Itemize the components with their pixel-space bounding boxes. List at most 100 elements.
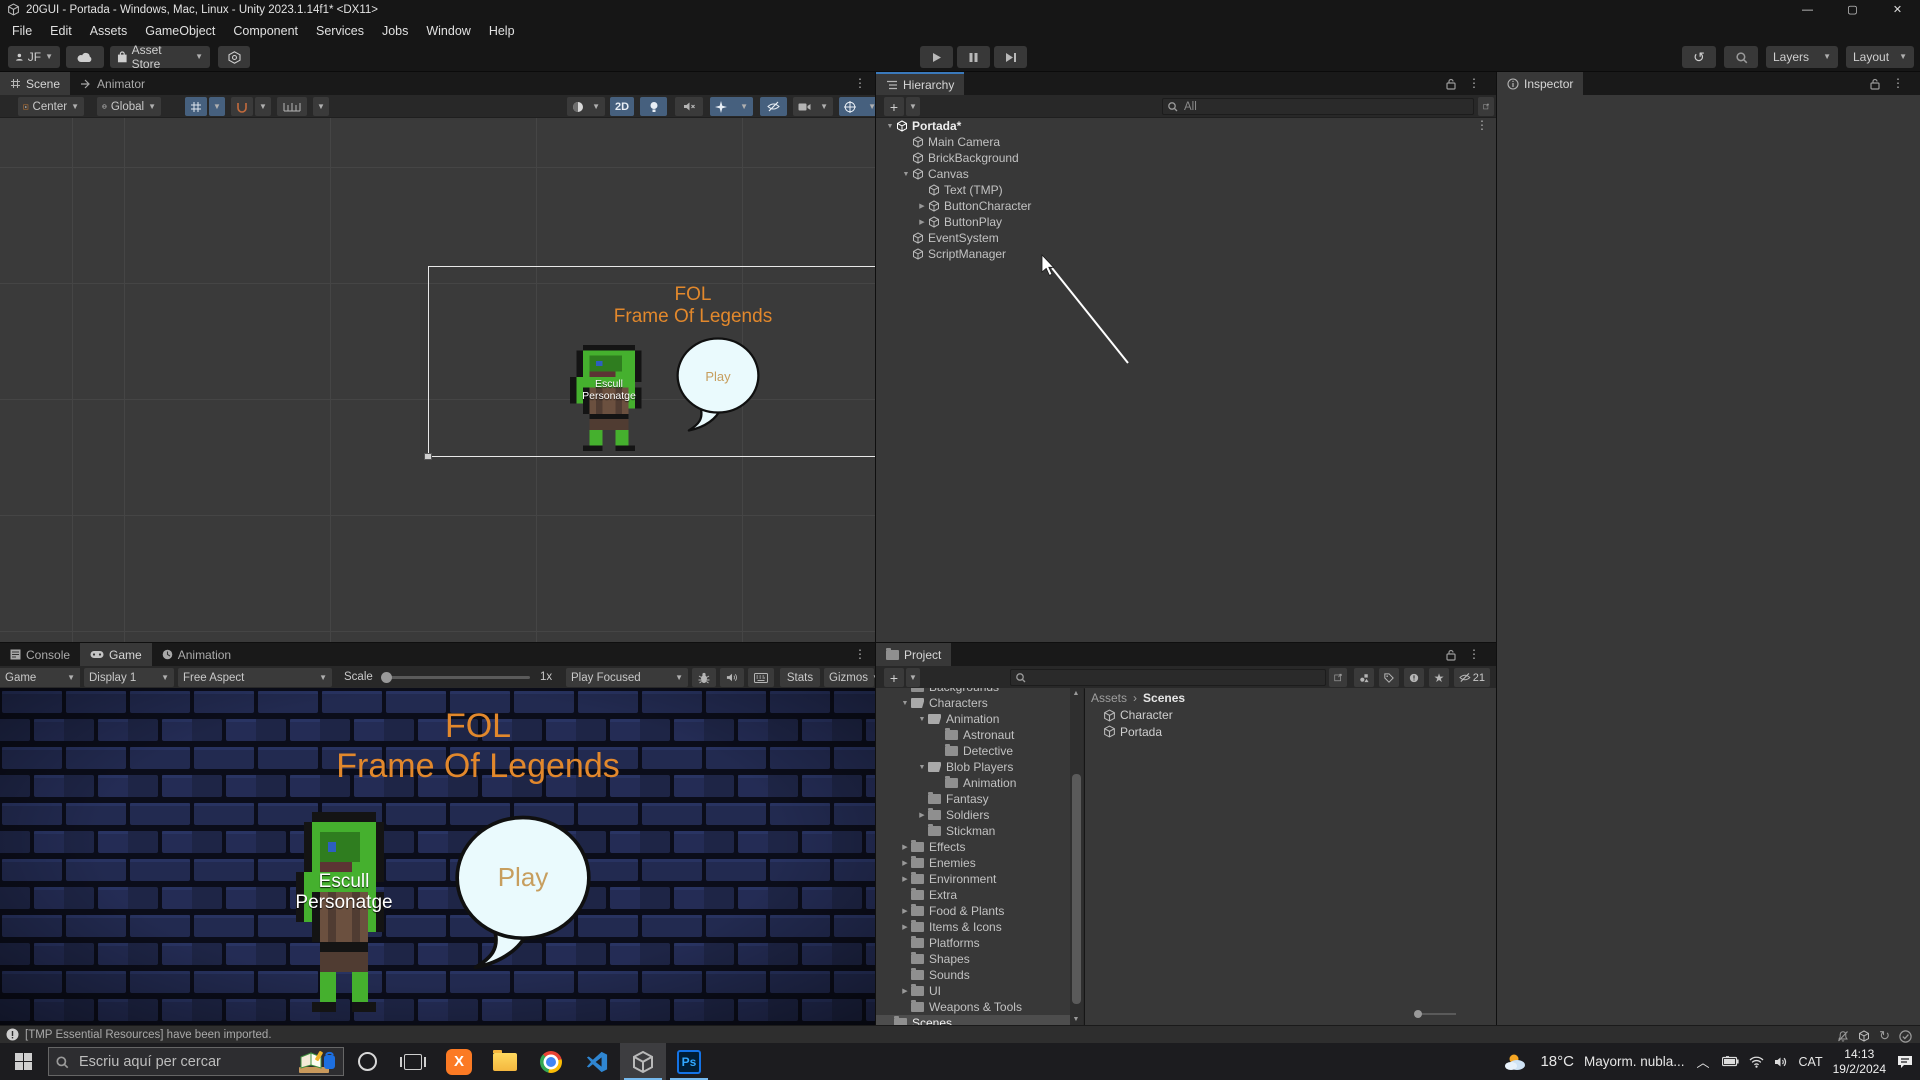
wifi-icon[interactable] [1749, 1056, 1764, 1068]
project-tree-item[interactable]: Animation [876, 775, 1082, 791]
aspect-ratio-dropdown[interactable]: Free Aspect ▼ [178, 668, 332, 687]
inspector-panel-menu-icon[interactable]: ⋮ [1892, 76, 1904, 90]
scene-row-menu-icon[interactable]: ⋮ [1476, 118, 1488, 132]
disclosure-triangle[interactable]: ▶ [899, 859, 911, 867]
disclosure-triangle[interactable]: ▼ [916, 716, 928, 723]
project-tree-item[interactable]: Sounds [876, 967, 1082, 983]
project-tree-item[interactable]: ▶ Enemies [876, 855, 1082, 871]
increment-snap-button[interactable] [277, 97, 307, 116]
menu-item[interactable]: GameObject [136, 24, 224, 38]
game-character-button[interactable]: Escull Personatge [296, 812, 392, 1012]
hidden-packages-toggle[interactable]: 21 [1454, 668, 1490, 687]
task-view-button[interactable] [390, 1043, 436, 1080]
project-tree-item[interactable]: ▼ Blob Players [876, 759, 1082, 775]
taskbar-search[interactable] [48, 1047, 344, 1076]
menu-item[interactable]: Help [480, 24, 524, 38]
project-tree-item[interactable]: Platforms [876, 935, 1082, 951]
lock-icon[interactable] [1446, 78, 1456, 90]
tray-expand-icon[interactable]: ︿ [1695, 1052, 1712, 1071]
search-highlight-image[interactable] [297, 1049, 337, 1075]
project-tree-item[interactable]: Scenes [876, 1015, 1082, 1025]
disclosure-triangle[interactable]: ▼ [900, 171, 912, 178]
hierarchy-add-options[interactable]: ▼ [906, 97, 920, 116]
project-tree-item[interactable]: Shapes [876, 951, 1082, 967]
disclosure-triangle[interactable]: ▶ [899, 875, 911, 883]
refresh-icon[interactable]: ↻ [1879, 1028, 1890, 1044]
lock-icon[interactable] [1870, 78, 1880, 90]
disclosure-triangle[interactable]: ▼ [916, 764, 928, 771]
project-tree-item[interactable]: ▶ Food & Plants [876, 903, 1082, 919]
tab-game[interactable]: Game [80, 643, 152, 666]
disclosure-triangle[interactable]: ▶ [899, 987, 911, 995]
orientation-dropdown[interactable]: Global ▼ [97, 97, 161, 116]
project-add-options[interactable]: ▼ [906, 668, 920, 687]
status-message[interactable]: [TMP Essential Resources] have been impo… [25, 1029, 272, 1041]
project-tree-item[interactable]: Fantasy [876, 791, 1082, 807]
2d-toggle[interactable]: 2D [610, 97, 634, 116]
hierarchy-item[interactable]: ▼ Portada* [876, 118, 1496, 134]
game-panel-menu-icon[interactable]: ⋮ [854, 647, 866, 661]
hierarchy-search-jump-button[interactable] [1478, 97, 1494, 116]
menu-item[interactable]: Jobs [373, 24, 417, 38]
start-button[interactable] [0, 1043, 46, 1080]
shading-mode-dropdown[interactable]: ▼ [567, 97, 605, 116]
scene-character-sprite[interactable]: Escull Personatge [570, 345, 648, 451]
asset-zoom-slider[interactable] [1416, 1013, 1456, 1015]
search-importlog-button[interactable] [1404, 668, 1424, 687]
hierarchy-item[interactable]: BrickBackground [876, 150, 1496, 166]
scene-viewport[interactable]: FOL Frame Of Legends Escull Personatge P… [0, 118, 876, 643]
scene-play-button[interactable]: Play [672, 334, 764, 435]
hierarchy-add-button[interactable]: + [884, 97, 904, 116]
breadcrumb-current[interactable]: Scenes [1143, 691, 1185, 705]
effects-dropdown[interactable]: ▼ [710, 97, 753, 116]
hierarchy-item[interactable]: ▶ ButtonCharacter [876, 198, 1496, 214]
progress-check-icon[interactable] [1899, 1030, 1912, 1043]
layout-dropdown[interactable]: Layout ▼ [1846, 46, 1914, 68]
disclosure-triangle[interactable]: ▶ [916, 218, 928, 226]
scale-slider-track[interactable] [382, 676, 530, 679]
tab-scene[interactable]: Scene [0, 72, 70, 95]
language-indicator[interactable]: CAT [1799, 1055, 1823, 1069]
disclosure-triangle[interactable]: ▶ [899, 843, 911, 851]
canvas-resize-handle[interactable] [424, 453, 432, 460]
scrollbar-thumb[interactable] [1072, 774, 1081, 1004]
tab-project[interactable]: Project [876, 643, 951, 666]
project-tree-item[interactable]: Detective [876, 743, 1082, 759]
pivot-dropdown[interactable]: Center ▼ [18, 97, 84, 116]
disclosure-triangle[interactable]: ▶ [899, 923, 911, 931]
scene-panel-menu-icon[interactable]: ⋮ [854, 76, 866, 90]
scale-slider-knob[interactable] [381, 672, 392, 683]
hierarchy-item[interactable]: ▼ Canvas [876, 166, 1496, 182]
cloud-button[interactable] [66, 46, 104, 68]
hierarchy-item[interactable]: Text (TMP) [876, 182, 1496, 198]
project-tree-item[interactable]: ▼ Characters [876, 695, 1082, 711]
project-panel-menu-icon[interactable]: ⋮ [1468, 647, 1480, 661]
hierarchy-item[interactable]: ScriptManager [876, 246, 1496, 262]
project-tree-item[interactable]: ▶ Environment [876, 871, 1082, 887]
debug-button[interactable] [692, 668, 716, 687]
project-tree-item[interactable]: ▶ Items & Icons [876, 919, 1082, 935]
project-tree-item[interactable]: ▼ Animation [876, 711, 1082, 727]
grid-snap-toggle[interactable] [185, 97, 207, 116]
project-tree-item[interactable]: Astronaut [876, 727, 1082, 743]
taskbar-vscode[interactable] [574, 1043, 620, 1080]
menu-item[interactable]: Services [307, 24, 373, 38]
grid-snap-options[interactable]: ▼ [209, 97, 225, 116]
hierarchy-item[interactable]: Main Camera [876, 134, 1496, 150]
menu-item[interactable]: Assets [81, 24, 137, 38]
asset-zoom-knob[interactable] [1414, 1010, 1422, 1018]
hierarchy-item[interactable]: EventSystem [876, 230, 1496, 246]
snap-options[interactable]: ▼ [255, 97, 271, 116]
cortana-button[interactable] [344, 1043, 390, 1080]
hierarchy-search-input[interactable] [1182, 100, 1469, 114]
scroll-down-icon[interactable]: ▼ [1070, 1016, 1082, 1023]
hierarchy-search[interactable] [1162, 98, 1474, 115]
asset-store-dropdown[interactable]: Asset Store ▼ [110, 46, 210, 68]
project-tree-item[interactable]: ▶ UI [876, 983, 1082, 999]
layers-dropdown[interactable]: Layers ▼ [1766, 46, 1838, 68]
favorites-button[interactable]: ★ [1429, 668, 1449, 687]
tab-animation[interactable]: Animation [152, 643, 241, 666]
project-tree-scrollbar[interactable]: ▲ ▼ [1070, 688, 1083, 1025]
device-simulator-button[interactable] [748, 668, 774, 687]
play-focused-dropdown[interactable]: Play Focused ▼ [566, 668, 688, 687]
